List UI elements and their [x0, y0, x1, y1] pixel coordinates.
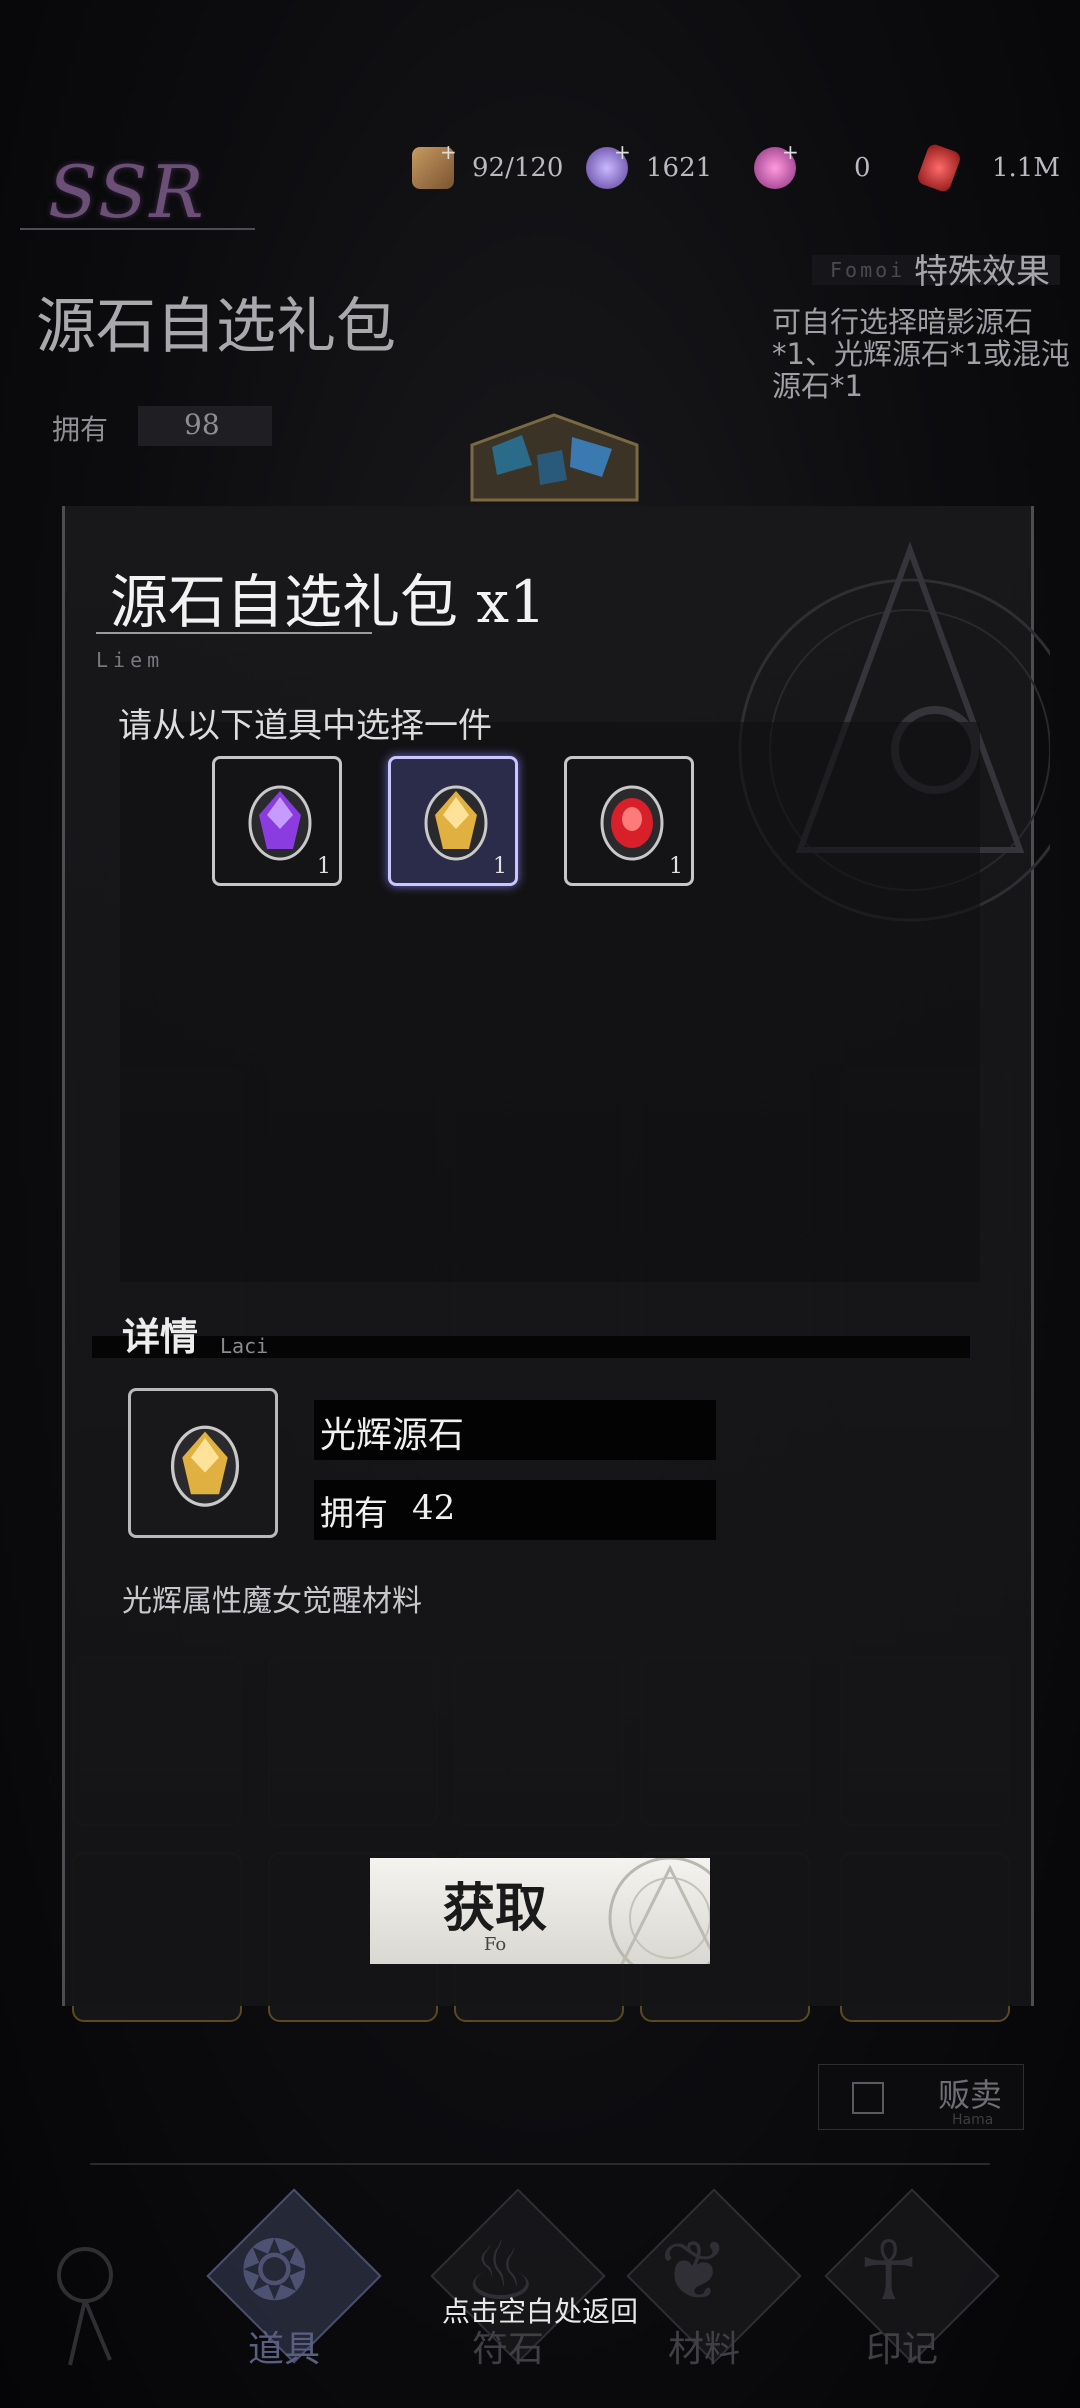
effect-tag: Fomoi	[830, 258, 906, 282]
choice-chaos-stone[interactable]: 1	[564, 756, 694, 886]
gift-chest-icon	[470, 413, 639, 502]
dialog-title: 源石自选礼包 x1	[110, 568, 547, 636]
pink-crystal-value: 0	[854, 153, 871, 183]
owned-label: 拥有	[52, 413, 109, 446]
tap-blank-to-return-hint[interactable]: 点击空白处返回	[0, 2290, 1080, 2330]
sell-label: 贩卖	[938, 2076, 1003, 2114]
red-gem-value: 1.1M	[992, 153, 1060, 183]
choice-count: 1	[493, 854, 507, 879]
effect-description: 可自行选择暗影源石*1、光辉源石*1或混沌源石*1	[772, 305, 1070, 403]
detail-title: 详情	[122, 1315, 199, 1359]
plus-icon: +	[614, 140, 631, 164]
choice-count: 1	[317, 854, 331, 879]
rarity-divider	[20, 228, 255, 230]
radiant-source-stone-icon	[424, 785, 488, 861]
owned-value: 98	[184, 408, 220, 441]
choice-radiant-stone[interactable]: 1	[388, 756, 518, 886]
shadow-source-stone-icon	[248, 785, 312, 861]
obtain-button[interactable]: 获取 Fo	[370, 1858, 710, 1964]
choice-count: 1	[669, 854, 683, 879]
plus-icon: +	[440, 140, 457, 164]
detail-owned-label: 拥有	[320, 1494, 388, 1534]
red-gem-resource[interactable]: 1.1M	[915, 142, 1060, 194]
effect-title: 特殊效果	[914, 252, 1050, 292]
sell-checkbox[interactable]	[852, 2082, 884, 2114]
pink-crystal-resource[interactable]: + 0	[754, 140, 871, 190]
choice-prompt: 请从以下道具中选择一件	[118, 706, 492, 746]
stamina-value: 92/120	[472, 153, 564, 183]
detail-subtitle: Laci	[220, 1334, 269, 1358]
rune-circle-icon	[608, 1858, 710, 1964]
detail-item-name: 光辉源石	[320, 1415, 465, 1456]
radiant-source-stone-icon	[170, 1425, 240, 1507]
detail-item-icon-frame	[128, 1388, 278, 1538]
dialog-subtitle: Liem	[96, 648, 165, 672]
nav-divider	[90, 2163, 990, 2165]
purple-crystal-resource[interactable]: + 1621	[586, 140, 713, 190]
purple-crystal-value: 1621	[646, 153, 713, 183]
red-gem-icon	[915, 142, 963, 194]
title-underline	[96, 632, 372, 634]
chaos-source-stone-icon	[600, 785, 664, 861]
detail-owned-value: 42	[412, 1488, 456, 1528]
plus-icon: +	[782, 140, 799, 164]
detail-description: 光辉属性魔女觉醒材料	[122, 1584, 422, 1619]
item-title: 源石自选礼包	[36, 292, 396, 362]
rarity-label: SSR	[48, 150, 206, 234]
sell-sub: Hama	[952, 2112, 994, 2128]
stamina-resource[interactable]: + 92/120	[412, 140, 564, 190]
choice-shadow-stone[interactable]: 1	[212, 756, 342, 886]
